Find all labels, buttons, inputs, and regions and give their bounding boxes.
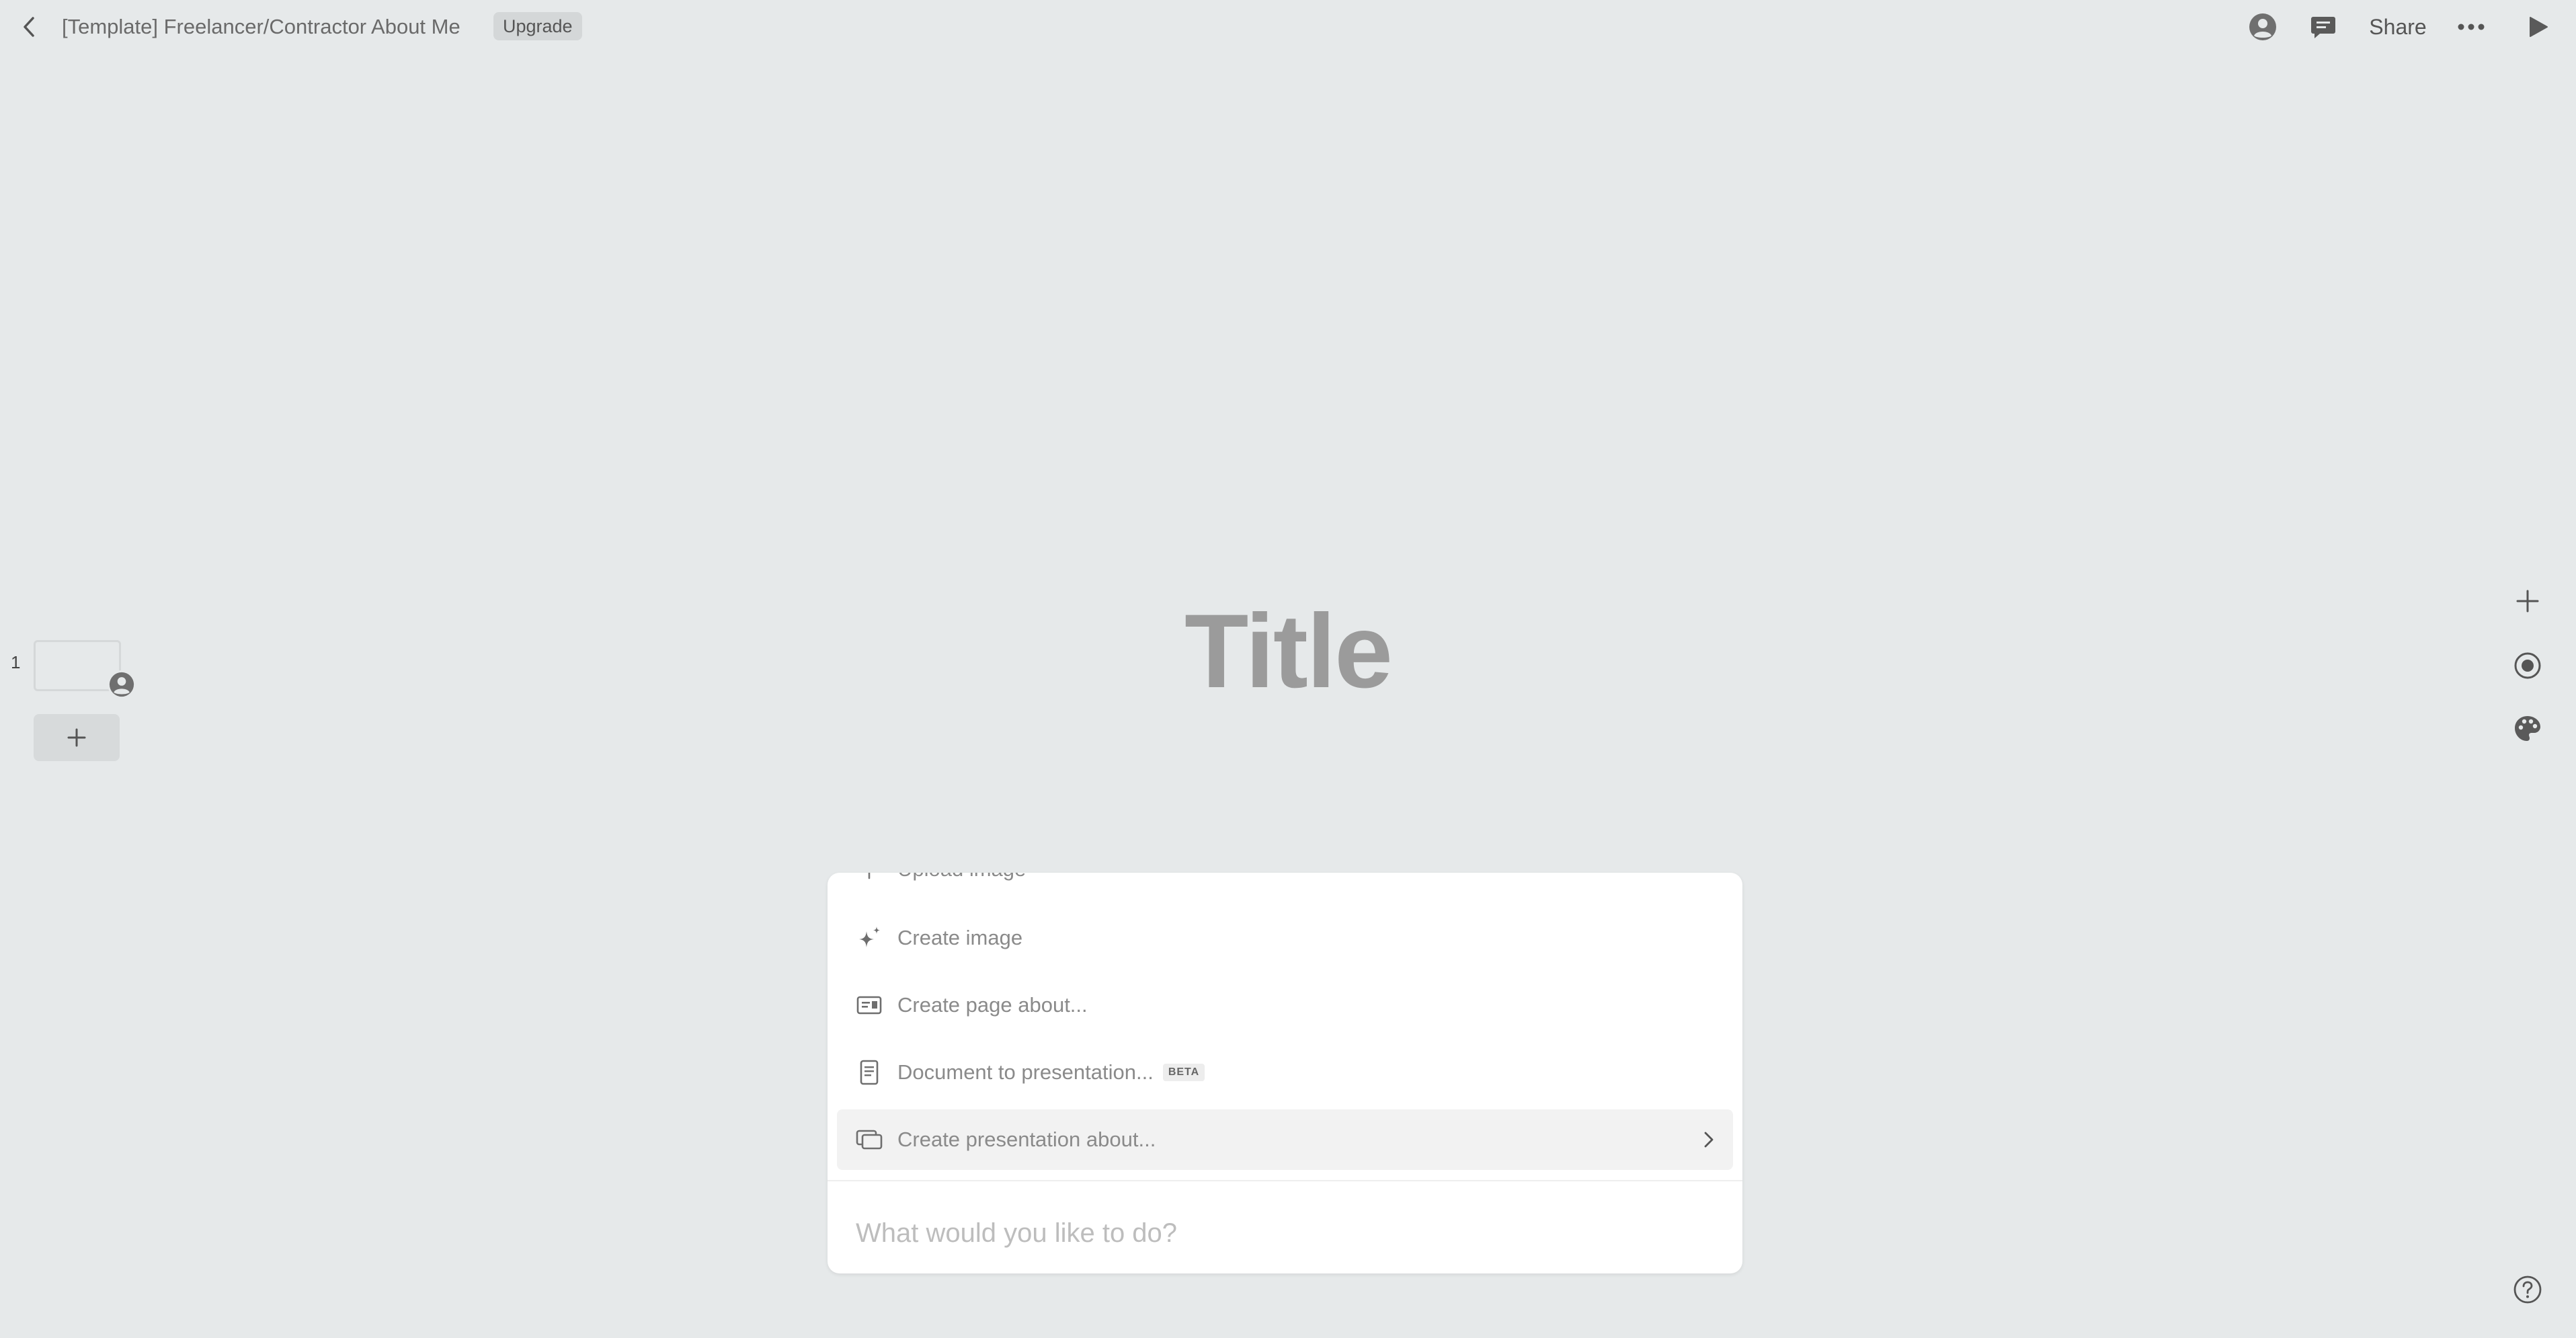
menu-divider	[828, 1180, 1742, 1181]
menu-item-create-presentation[interactable]: Create presentation about...	[837, 1109, 1733, 1170]
share-button[interactable]: Share	[2361, 7, 2435, 47]
document-title[interactable]: [Template] Freelancer/Contractor About M…	[62, 12, 460, 42]
record-icon	[2514, 652, 2541, 679]
user-avatar-icon	[2249, 13, 2276, 40]
slide-title-placeholder[interactable]: Title	[0, 592, 2576, 712]
play-icon	[2530, 17, 2548, 37]
present-button[interactable]	[2518, 7, 2559, 47]
menu-item-upload-image[interactable]: Upload image	[837, 873, 1733, 900]
user-avatar-button[interactable]	[2243, 7, 2283, 47]
help-icon	[2513, 1275, 2542, 1304]
chevron-right-icon	[1704, 1132, 1714, 1148]
beta-badge: BETA	[1162, 1064, 1205, 1081]
theme-button[interactable]	[2507, 709, 2548, 749]
help-button[interactable]	[2507, 1269, 2548, 1310]
menu-item-label: Upload image	[897, 873, 1026, 881]
ai-prompt-input[interactable]	[854, 1209, 1718, 1257]
add-element-button[interactable]	[2507, 581, 2548, 621]
menu-item-label: Document to presentation...	[897, 1060, 1154, 1084]
record-button[interactable]	[2507, 645, 2548, 686]
menu-item-create-image[interactable]: Create image	[837, 908, 1733, 968]
more-options-button[interactable]	[2451, 7, 2491, 47]
plus-icon	[67, 728, 86, 747]
comment-icon	[2311, 17, 2335, 38]
back-button[interactable]	[15, 12, 44, 42]
slides-icon	[856, 1130, 883, 1150]
more-horizontal-icon	[2458, 24, 2485, 30]
menu-item-document-to-presentation[interactable]: Document to presentation... BETA	[837, 1042, 1733, 1103]
menu-item-create-page[interactable]: Create page about...	[837, 975, 1733, 1035]
ai-command-menu: Upload image Create image Create pag	[828, 873, 1742, 1273]
upgrade-button[interactable]: Upgrade	[493, 12, 582, 40]
menu-item-label: Create image	[897, 926, 1023, 949]
menu-item-label: Create presentation about...	[897, 1128, 1156, 1151]
comments-button[interactable]	[2303, 7, 2343, 47]
upload-icon	[868, 873, 871, 879]
page-layout-icon	[856, 996, 882, 1015]
top-bar: [Template] Freelancer/Contractor About M…	[0, 0, 2576, 54]
sparkle-icon	[859, 927, 880, 947]
chevron-left-icon	[24, 17, 34, 37]
palette-icon	[2515, 716, 2540, 741]
add-slide-button[interactable]	[34, 714, 120, 761]
document-icon	[860, 1060, 879, 1085]
menu-item-label: Create page about...	[897, 993, 1088, 1017]
plus-icon	[2516, 590, 2539, 613]
